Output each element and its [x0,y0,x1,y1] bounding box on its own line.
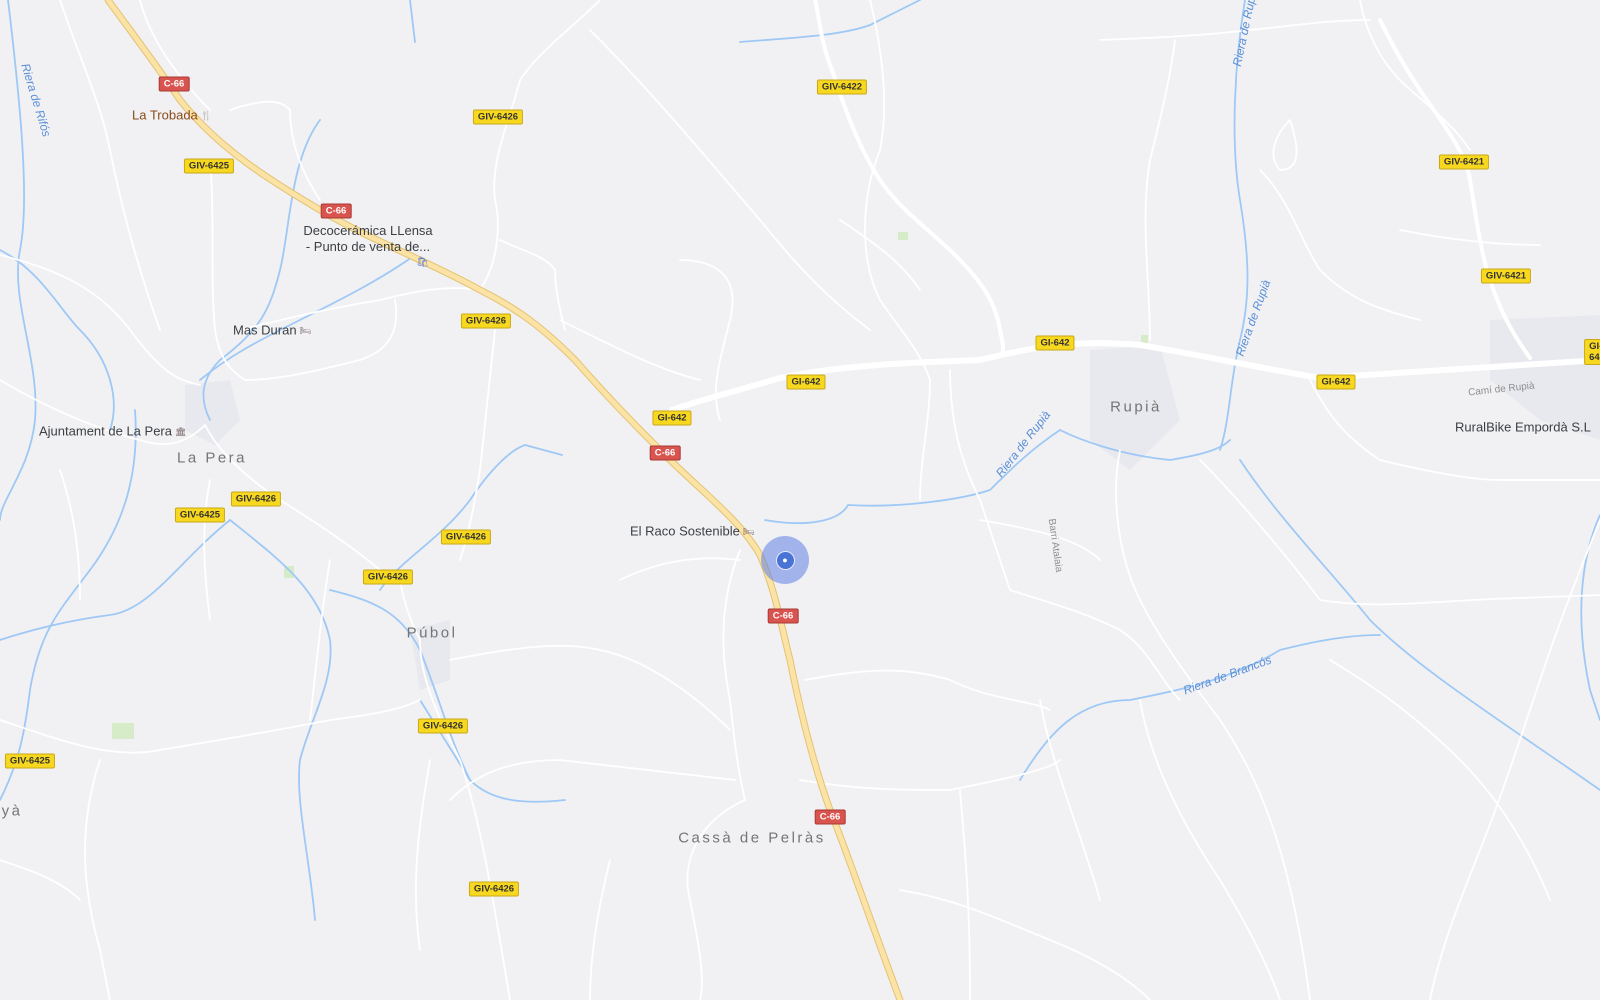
road-shield: C-66 [814,809,846,825]
road [459,329,496,561]
poi-decoceramica[interactable]: Decocerámica LLensa - Punto de venta de..… [303,223,432,255]
road [0,859,81,901]
road-shield: GI-642 [1316,374,1356,390]
road-giv-6422 [813,0,1005,358]
location-pin-icon: ● [775,550,795,570]
river-brancos [1019,634,1381,781]
river [229,519,332,921]
location-marker[interactable]: ● [761,536,809,584]
road [419,639,511,1000]
road [589,859,611,1000]
road-shield: GIV-6426 [417,718,469,734]
road-shield: C-66 [767,608,799,624]
poi-label-line1: Decocerámica LLensa [303,223,433,238]
road-shield: C-66 [320,203,352,219]
town-hall-icon: 🏛 [174,426,187,437]
road [209,159,246,381]
river [199,254,416,381]
road-shield: GI-642 [1584,339,1600,365]
road-shield: C-66 [158,76,190,92]
poi-la-trobada[interactable]: La Trobada 🍴 [132,109,212,122]
park-area [1141,335,1148,343]
park-area [898,232,908,240]
road [804,669,1051,711]
town-label[interactable]: Púbol [407,626,458,641]
road [1359,0,1471,151]
lodging-icon: 🛏 [299,325,312,336]
road-shield: GIV-6426 [230,491,282,507]
road-shield: GIV-6425 [174,507,226,523]
river [0,519,231,641]
highway [105,0,903,1000]
town-label[interactable]: yà [2,804,23,819]
poi-ruralbike[interactable]: RuralBike Empordà S.L [1455,421,1591,434]
poi-el-raco[interactable]: El Raco Sostenible 🛏 [630,525,754,538]
road-shield: GIV-6425 [4,753,56,769]
town-label[interactable]: Rupià [1110,400,1162,415]
road [0,254,201,386]
road [1009,589,1181,701]
road-shield: GI-642 [786,374,826,390]
road [1139,699,1281,1000]
road [1329,659,1551,901]
road-shield: GIV-6426 [362,569,414,585]
road [722,549,746,801]
road [1199,459,1600,606]
poi-label: El Raco Sostenible [630,523,740,539]
park-area [112,723,134,739]
road-giv-6421 [1378,18,1532,360]
poi-label: Ajuntament de La Pera [39,423,172,439]
road-shield: GIV-6426 [468,881,520,897]
poi-label: Mas Duran [233,322,297,338]
road [309,559,331,721]
road [1039,699,1101,901]
town-label[interactable]: La Pera [177,451,247,466]
road [1272,119,1298,171]
road-shield: GI-642 [1035,335,1075,351]
road [519,0,601,81]
restaurant-icon: 🍴 [200,110,212,121]
road-shield: GIV-6421 [1480,268,1532,284]
river [739,0,921,43]
river [409,0,416,43]
road [1429,519,1600,1000]
road [59,469,81,601]
river [0,249,115,431]
road-shield: GIV-6421 [1438,154,1490,170]
road-shield: GIV-6425 [183,158,235,174]
road [203,479,211,621]
road [799,759,1061,791]
town-label[interactable]: Cassà de Pelràs [678,831,826,846]
road-shield: GIV-6426 [440,529,492,545]
road [414,759,431,951]
poi-label: La Trobada [132,107,198,123]
road [959,789,971,1000]
highway-c-66 [104,0,904,1000]
lodging-icon: 🛏 [742,526,755,537]
road [0,699,421,754]
poi-mas-duran[interactable]: Mas Duran 🛏 [233,324,311,337]
river [1239,459,1600,791]
poi-ajuntament[interactable]: Ajuntament de La Pera 🏛 [39,425,186,438]
road [619,557,741,581]
road-shield: GI-642 [652,410,692,426]
shopping-icon[interactable]: 🛍 [416,258,429,268]
road [899,889,1151,1000]
road-shield: C-66 [649,445,681,461]
road-shield: GIV-6426 [472,109,524,125]
road [1259,169,1421,321]
poi-label-line2: - Punto de venta de... [305,239,431,254]
road [84,759,111,1000]
road-shield: GIV-6422 [816,79,868,95]
map-canvas[interactable]: C-66 C-66 C-66 C-66 C-66 GIV-6426 GIV-64… [0,0,1600,1000]
road [449,644,731,731]
road [839,219,921,291]
road-shield: GIV-6426 [460,313,512,329]
road [1144,39,1176,341]
road [864,0,931,501]
poi-label: RuralBike Empordà S.L [1455,419,1591,435]
road [1399,229,1541,246]
